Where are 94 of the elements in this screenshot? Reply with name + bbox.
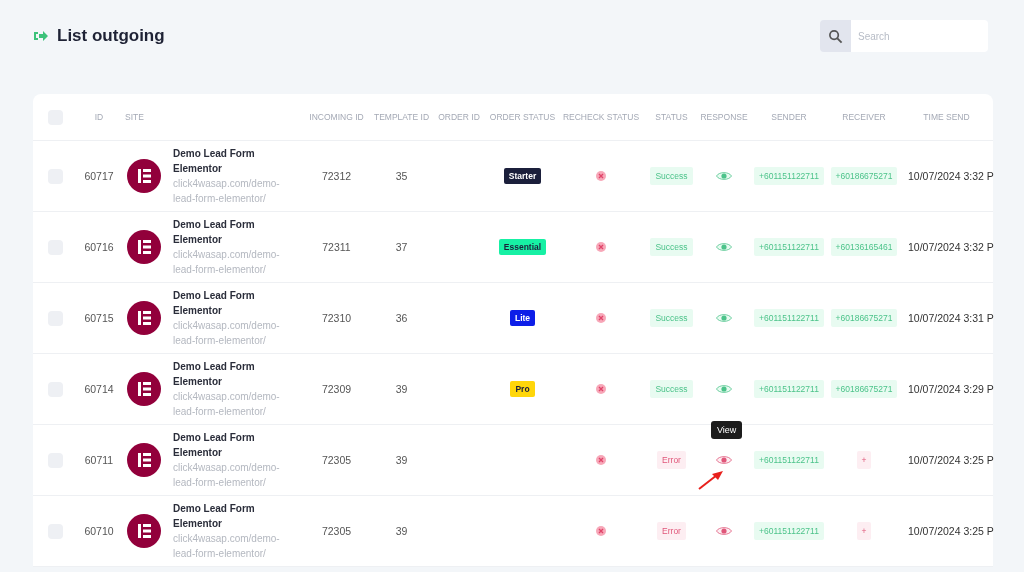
plan-badge: Essential [498, 239, 547, 255]
receiver-badge: + [856, 451, 872, 469]
incoming-id-cell: 72305 [321, 454, 352, 466]
status-badge: Success [650, 238, 693, 256]
incoming-id-cell: 72305 [321, 525, 352, 537]
id-cell: 60711 [84, 454, 114, 466]
incoming-id-cell: 72312 [321, 170, 352, 182]
outgoing-arrow-icon [33, 29, 49, 43]
column-header: SENDER [771, 112, 807, 122]
search-field[interactable]: Search [851, 20, 988, 52]
plan-badge: Starter [503, 168, 542, 184]
close-circle-icon [596, 313, 606, 323]
id-cell: 60717 [84, 170, 114, 182]
id-cell: 60710 [84, 525, 114, 537]
status-badge: Error [657, 451, 686, 469]
time-cell: 10/07/2024 3:31 P [908, 312, 994, 324]
pointer-arrow-drawing [698, 470, 724, 490]
site-url[interactable]: click4wasap.com/demo-lead-form-elementor/ [173, 176, 295, 206]
receiver-badge: +60136165461 [830, 238, 898, 256]
view-eye-icon[interactable] [716, 384, 732, 394]
id-cell: 60715 [84, 312, 114, 324]
page-title: List outgoing [57, 26, 165, 46]
site-logo-icon [127, 230, 161, 264]
sender-badge: +601151122711 [754, 167, 824, 185]
plan-badge: Pro [510, 381, 535, 397]
time-cell: 10/07/2024 3:32 P [908, 170, 994, 182]
plan-badge: Lite [509, 310, 536, 326]
template-id-cell: 39 [395, 454, 408, 466]
id-cell: 60716 [84, 241, 114, 253]
column-header: ORDER ID [438, 112, 480, 122]
column-header: TEMPLATE ID [373, 112, 430, 122]
column-header: RECHECK STATUS [562, 112, 640, 122]
id-cell: 60714 [84, 383, 114, 395]
receiver-badge: +60186675271 [830, 309, 898, 327]
site-name: Demo Lead Form Elementor [173, 502, 256, 531]
receiver-badge: +60186675271 [830, 380, 898, 398]
incoming-id-cell: 72310 [321, 312, 352, 324]
sender-badge: +601151122711 [754, 380, 824, 398]
close-circle-icon [596, 384, 606, 394]
status-badge: Success [650, 167, 693, 185]
view-eye-icon[interactable] [716, 242, 732, 252]
close-circle-icon [596, 171, 606, 181]
site-name: Demo Lead Form Elementor [173, 431, 256, 460]
status-badge: Success [650, 380, 693, 398]
column-header: STATUS [655, 112, 688, 122]
site-url[interactable]: click4wasap.com/demo-lead-form-elementor/ [173, 318, 295, 348]
sender-badge: +601151122711 [754, 451, 824, 469]
view-eye-icon[interactable] [716, 526, 732, 536]
sender-badge: +601151122711 [754, 309, 824, 327]
column-header: ORDER STATUS [489, 112, 556, 122]
site-url[interactable]: click4wasap.com/demo-lead-form-elementor/ [173, 531, 295, 561]
template-id-cell: 39 [395, 525, 408, 537]
close-circle-icon [596, 242, 606, 252]
time-cell: 10/07/2024 3:32 P [908, 241, 994, 253]
close-circle-icon [596, 455, 606, 465]
time-cell: 10/07/2024 3:29 P [908, 383, 994, 395]
status-badge: Error [657, 522, 686, 540]
incoming-id-cell: 72311 [322, 241, 351, 253]
column-header: RECEIVER [842, 112, 886, 122]
receiver-badge: + [856, 522, 872, 540]
site-name: Demo Lead Form Elementor [173, 289, 256, 318]
close-circle-icon [596, 526, 606, 536]
sender-badge: +601151122711 [754, 522, 824, 540]
site-logo-icon [127, 159, 161, 193]
site-logo-icon [127, 443, 161, 477]
template-id-cell: 39 [395, 383, 408, 395]
site-logo-icon [127, 372, 161, 406]
status-badge: Success [650, 309, 693, 327]
site-name: Demo Lead Form Elementor [173, 218, 256, 247]
time-cell: 10/07/2024 3:25 P [908, 454, 994, 466]
search-icon[interactable] [820, 20, 851, 52]
column-header: INCOMING ID [309, 112, 364, 122]
view-eye-icon[interactable] [716, 313, 732, 323]
column-header: TIME SEND [923, 112, 970, 122]
site-logo-icon [127, 514, 161, 548]
time-cell: 10/07/2024 3:25 P [908, 525, 994, 537]
column-header: ID [94, 112, 104, 122]
template-id-cell: 35 [395, 170, 408, 182]
incoming-id-cell: 72309 [321, 383, 352, 395]
column-header: RESPONSE [700, 112, 748, 122]
site-url[interactable]: click4wasap.com/demo-lead-form-elementor/ [173, 389, 295, 419]
view-eye-icon[interactable] [716, 455, 732, 465]
sender-badge: +601151122711 [754, 238, 824, 256]
tooltip: View [711, 421, 743, 439]
site-name: Demo Lead Form Elementor [173, 360, 256, 389]
view-eye-icon[interactable] [716, 171, 732, 181]
site-url[interactable]: click4wasap.com/demo-lead-form-elementor/ [173, 247, 295, 277]
receiver-badge: +60186675271 [830, 167, 898, 185]
site-name: Demo Lead Form Elementor [173, 147, 256, 176]
template-id-cell: 37 [395, 241, 408, 253]
template-id-cell: 36 [395, 312, 408, 324]
site-url[interactable]: click4wasap.com/demo-lead-form-elementor/ [173, 460, 295, 490]
site-logo-icon [127, 301, 161, 335]
column-header: SITE [125, 112, 144, 122]
